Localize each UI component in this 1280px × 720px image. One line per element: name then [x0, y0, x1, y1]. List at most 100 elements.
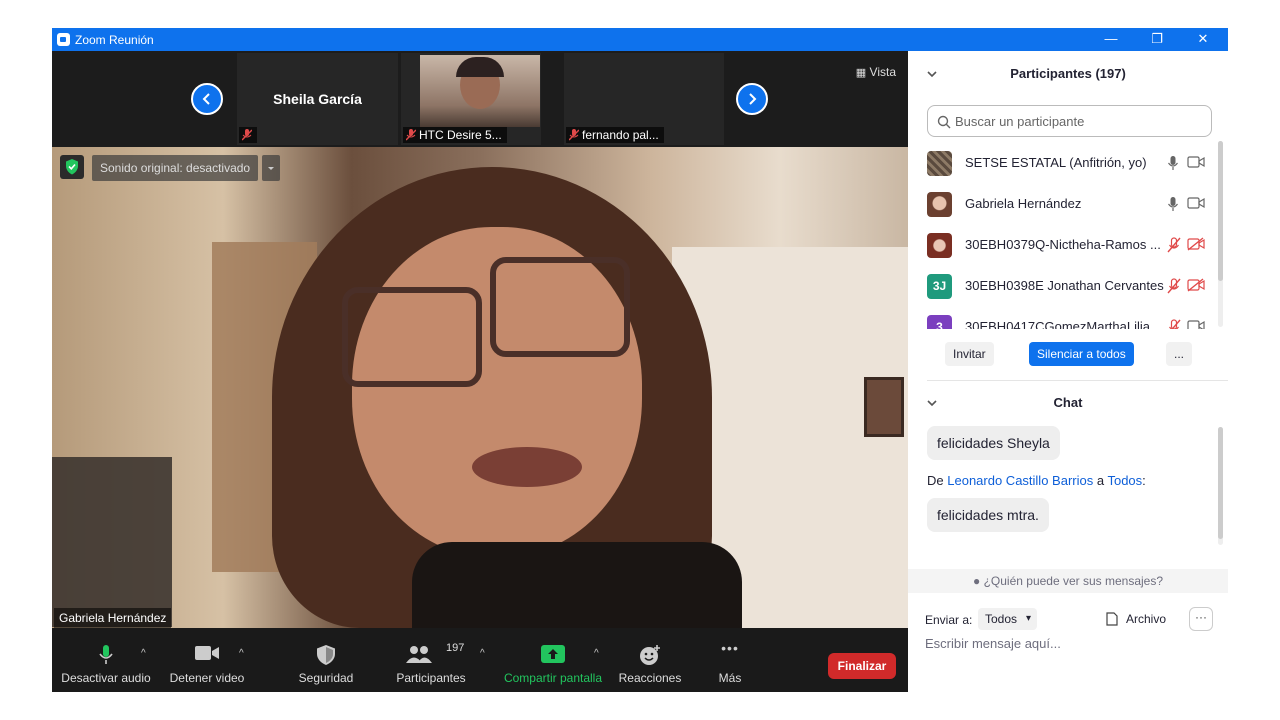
- send-to-dropdown[interactable]: Todos ▾: [978, 608, 1038, 630]
- share-options-caret[interactable]: ^: [594, 648, 599, 659]
- thumbnail-htc[interactable]: HTC Desire 5...: [401, 53, 541, 145]
- participant-name: 30EBH0379Q-Nictheha-Ramos ...: [965, 237, 1161, 252]
- participants-button[interactable]: 197 Participantes: [390, 628, 472, 692]
- mic-muted-icon[interactable]: [1167, 237, 1181, 253]
- chat-title: Chat: [1053, 395, 1083, 410]
- participant-row[interactable]: 30EBH0379Q-Nictheha-Ramos ...: [908, 225, 1218, 266]
- view-label: Vista: [869, 65, 896, 79]
- reactions-button[interactable]: Reacciones: [616, 628, 684, 692]
- participant-search-input[interactable]: Buscar un participante: [927, 105, 1212, 137]
- chat-more-button[interactable]: ···: [1189, 607, 1213, 631]
- file-label: Archivo: [1126, 612, 1167, 626]
- thumbnail-label-text: fernando pal...: [582, 128, 659, 142]
- participant-name: Gabriela Hernández: [965, 196, 1082, 211]
- chat-recipient-link[interactable]: Todos: [1107, 473, 1142, 488]
- share-screen-icon: [541, 645, 565, 663]
- mic-muted-icon[interactable]: [1167, 278, 1181, 294]
- share-screen-button[interactable]: Compartir pantalla: [502, 628, 604, 692]
- avatar: [927, 151, 952, 176]
- security-button[interactable]: Seguridad: [290, 628, 362, 692]
- participant-name: SETSE ESTATAL (Anfitrión, yo): [965, 155, 1147, 170]
- close-button[interactable]: ✕: [1193, 30, 1213, 48]
- participant-list-scrollbar[interactable]: [1218, 141, 1223, 327]
- sound-original-dropdown[interactable]: [262, 155, 280, 181]
- from-prefix: De: [927, 473, 944, 488]
- smiley-icon: [640, 645, 660, 665]
- zoom-window: Zoom Reunión — ❐ ✕ Sheila García HTC Des…: [52, 28, 1228, 692]
- participant-row[interactable]: Gabriela Hernández: [908, 184, 1218, 225]
- search-icon: [937, 115, 951, 129]
- security-label: Seguridad: [298, 671, 354, 685]
- file-button[interactable]: Archivo: [1104, 608, 1166, 630]
- more-button[interactable]: ••• Más: [706, 628, 754, 692]
- background-picture: [864, 377, 904, 437]
- mic-muted-icon: [242, 129, 252, 141]
- chat-scrollbar[interactable]: [1218, 427, 1223, 545]
- chat-message-input[interactable]: Escribir mensaje aquí...: [925, 636, 1061, 651]
- video-off-icon[interactable]: [1187, 278, 1205, 292]
- next-page-button[interactable]: [736, 83, 768, 115]
- video-camera-icon[interactable]: [1187, 155, 1205, 169]
- participants-more-button[interactable]: ...: [1166, 342, 1193, 366]
- sound-original-toggle[interactable]: Sonido original: desactivado: [92, 155, 259, 181]
- send-to-label: Enviar a:: [925, 613, 973, 627]
- thumbnail-name: Sheila García: [273, 91, 362, 107]
- chevron-right-icon: [749, 93, 757, 105]
- people-icon: [405, 646, 432, 663]
- reactions-label: Reacciones: [618, 671, 682, 685]
- thumbnail-label: [239, 127, 257, 143]
- microphone-icon: [99, 645, 113, 664]
- to-word: a: [1096, 473, 1105, 488]
- participants-count: 197: [446, 642, 465, 654]
- more-dots-icon: •••: [721, 640, 739, 656]
- chat-message: felicidades Sheyla: [927, 426, 1060, 460]
- end-meeting-button[interactable]: Finalizar: [828, 653, 896, 679]
- title-bar: Zoom Reunión — ❐ ✕: [52, 28, 1228, 51]
- mute-all-button[interactable]: Silenciar a todos: [1029, 342, 1134, 366]
- participants-label: Participantes: [396, 671, 466, 685]
- mic-muted-icon[interactable]: [1167, 319, 1181, 329]
- grid-icon: ▦: [855, 67, 867, 79]
- microphone-icon[interactable]: [1167, 196, 1179, 212]
- thumbnail-strip: Sheila García HTC Desire 5... fernando p…: [52, 51, 908, 147]
- participant-video: [420, 55, 540, 127]
- mute-audio-button[interactable]: Desactivar audio: [58, 628, 154, 692]
- stop-video-button[interactable]: Detener video: [164, 628, 250, 692]
- minimize-button[interactable]: —: [1101, 30, 1121, 48]
- chat-sender-link[interactable]: Leonardo Castillo Barrios: [947, 473, 1093, 488]
- chat-message: felicidades mtra.: [927, 498, 1049, 532]
- who-sees-text: ¿Quién puede ver sus mensajes?: [983, 574, 1164, 588]
- person-icon: ●: [972, 574, 981, 588]
- invite-button[interactable]: Invitar: [945, 342, 994, 366]
- meeting-area: Sheila García HTC Desire 5... fernando p…: [52, 51, 908, 692]
- zoom-app-icon: [57, 33, 70, 46]
- view-button[interactable]: ▦ Vista: [852, 63, 900, 81]
- avatar: 3: [927, 315, 952, 329]
- mic-muted-icon: [569, 129, 579, 141]
- avatar: [927, 233, 952, 258]
- microphone-icon[interactable]: [1167, 155, 1179, 171]
- stop-video-label: Detener video: [169, 671, 245, 685]
- thumbnail-fernando[interactable]: fernando pal...: [564, 53, 724, 145]
- thumbnail-sheila[interactable]: Sheila García: [237, 53, 398, 145]
- video-camera-icon[interactable]: [1187, 196, 1205, 210]
- video-camera-icon[interactable]: [1187, 319, 1205, 329]
- participant-row[interactable]: 3 30EBH0417CGomezMarthaLilia: [908, 307, 1218, 329]
- search-placeholder: Buscar un participante: [955, 114, 1085, 129]
- participants-options-caret[interactable]: ^: [480, 648, 485, 659]
- video-off-icon[interactable]: [1187, 237, 1205, 251]
- who-can-see-messages[interactable]: ● ¿Quién puede ver sus mensajes?: [908, 569, 1228, 593]
- participant-row[interactable]: SETSE ESTATAL (Anfitrión, yo): [908, 143, 1218, 184]
- file-icon: [1106, 612, 1118, 626]
- meeting-toolbar: Desactivar audio ^ Detener video ^ Segur…: [52, 628, 908, 692]
- video-options-caret[interactable]: ^: [239, 648, 244, 659]
- mic-muted-icon: [406, 129, 416, 141]
- restore-button[interactable]: ❐: [1147, 30, 1167, 48]
- share-screen-label: Compartir pantalla: [503, 671, 603, 685]
- prev-page-button[interactable]: [191, 83, 223, 115]
- chat-message-meta: De Leonardo Castillo Barrios a Todos:: [927, 473, 1146, 488]
- participant-list: SETSE ESTATAL (Anfitrión, yo) Gabriela H…: [908, 143, 1228, 329]
- security-badge[interactable]: [60, 155, 84, 179]
- audio-options-caret[interactable]: ^: [141, 648, 146, 659]
- participant-row[interactable]: 3J 30EBH0398E Jonathan Cervantes: [908, 266, 1218, 307]
